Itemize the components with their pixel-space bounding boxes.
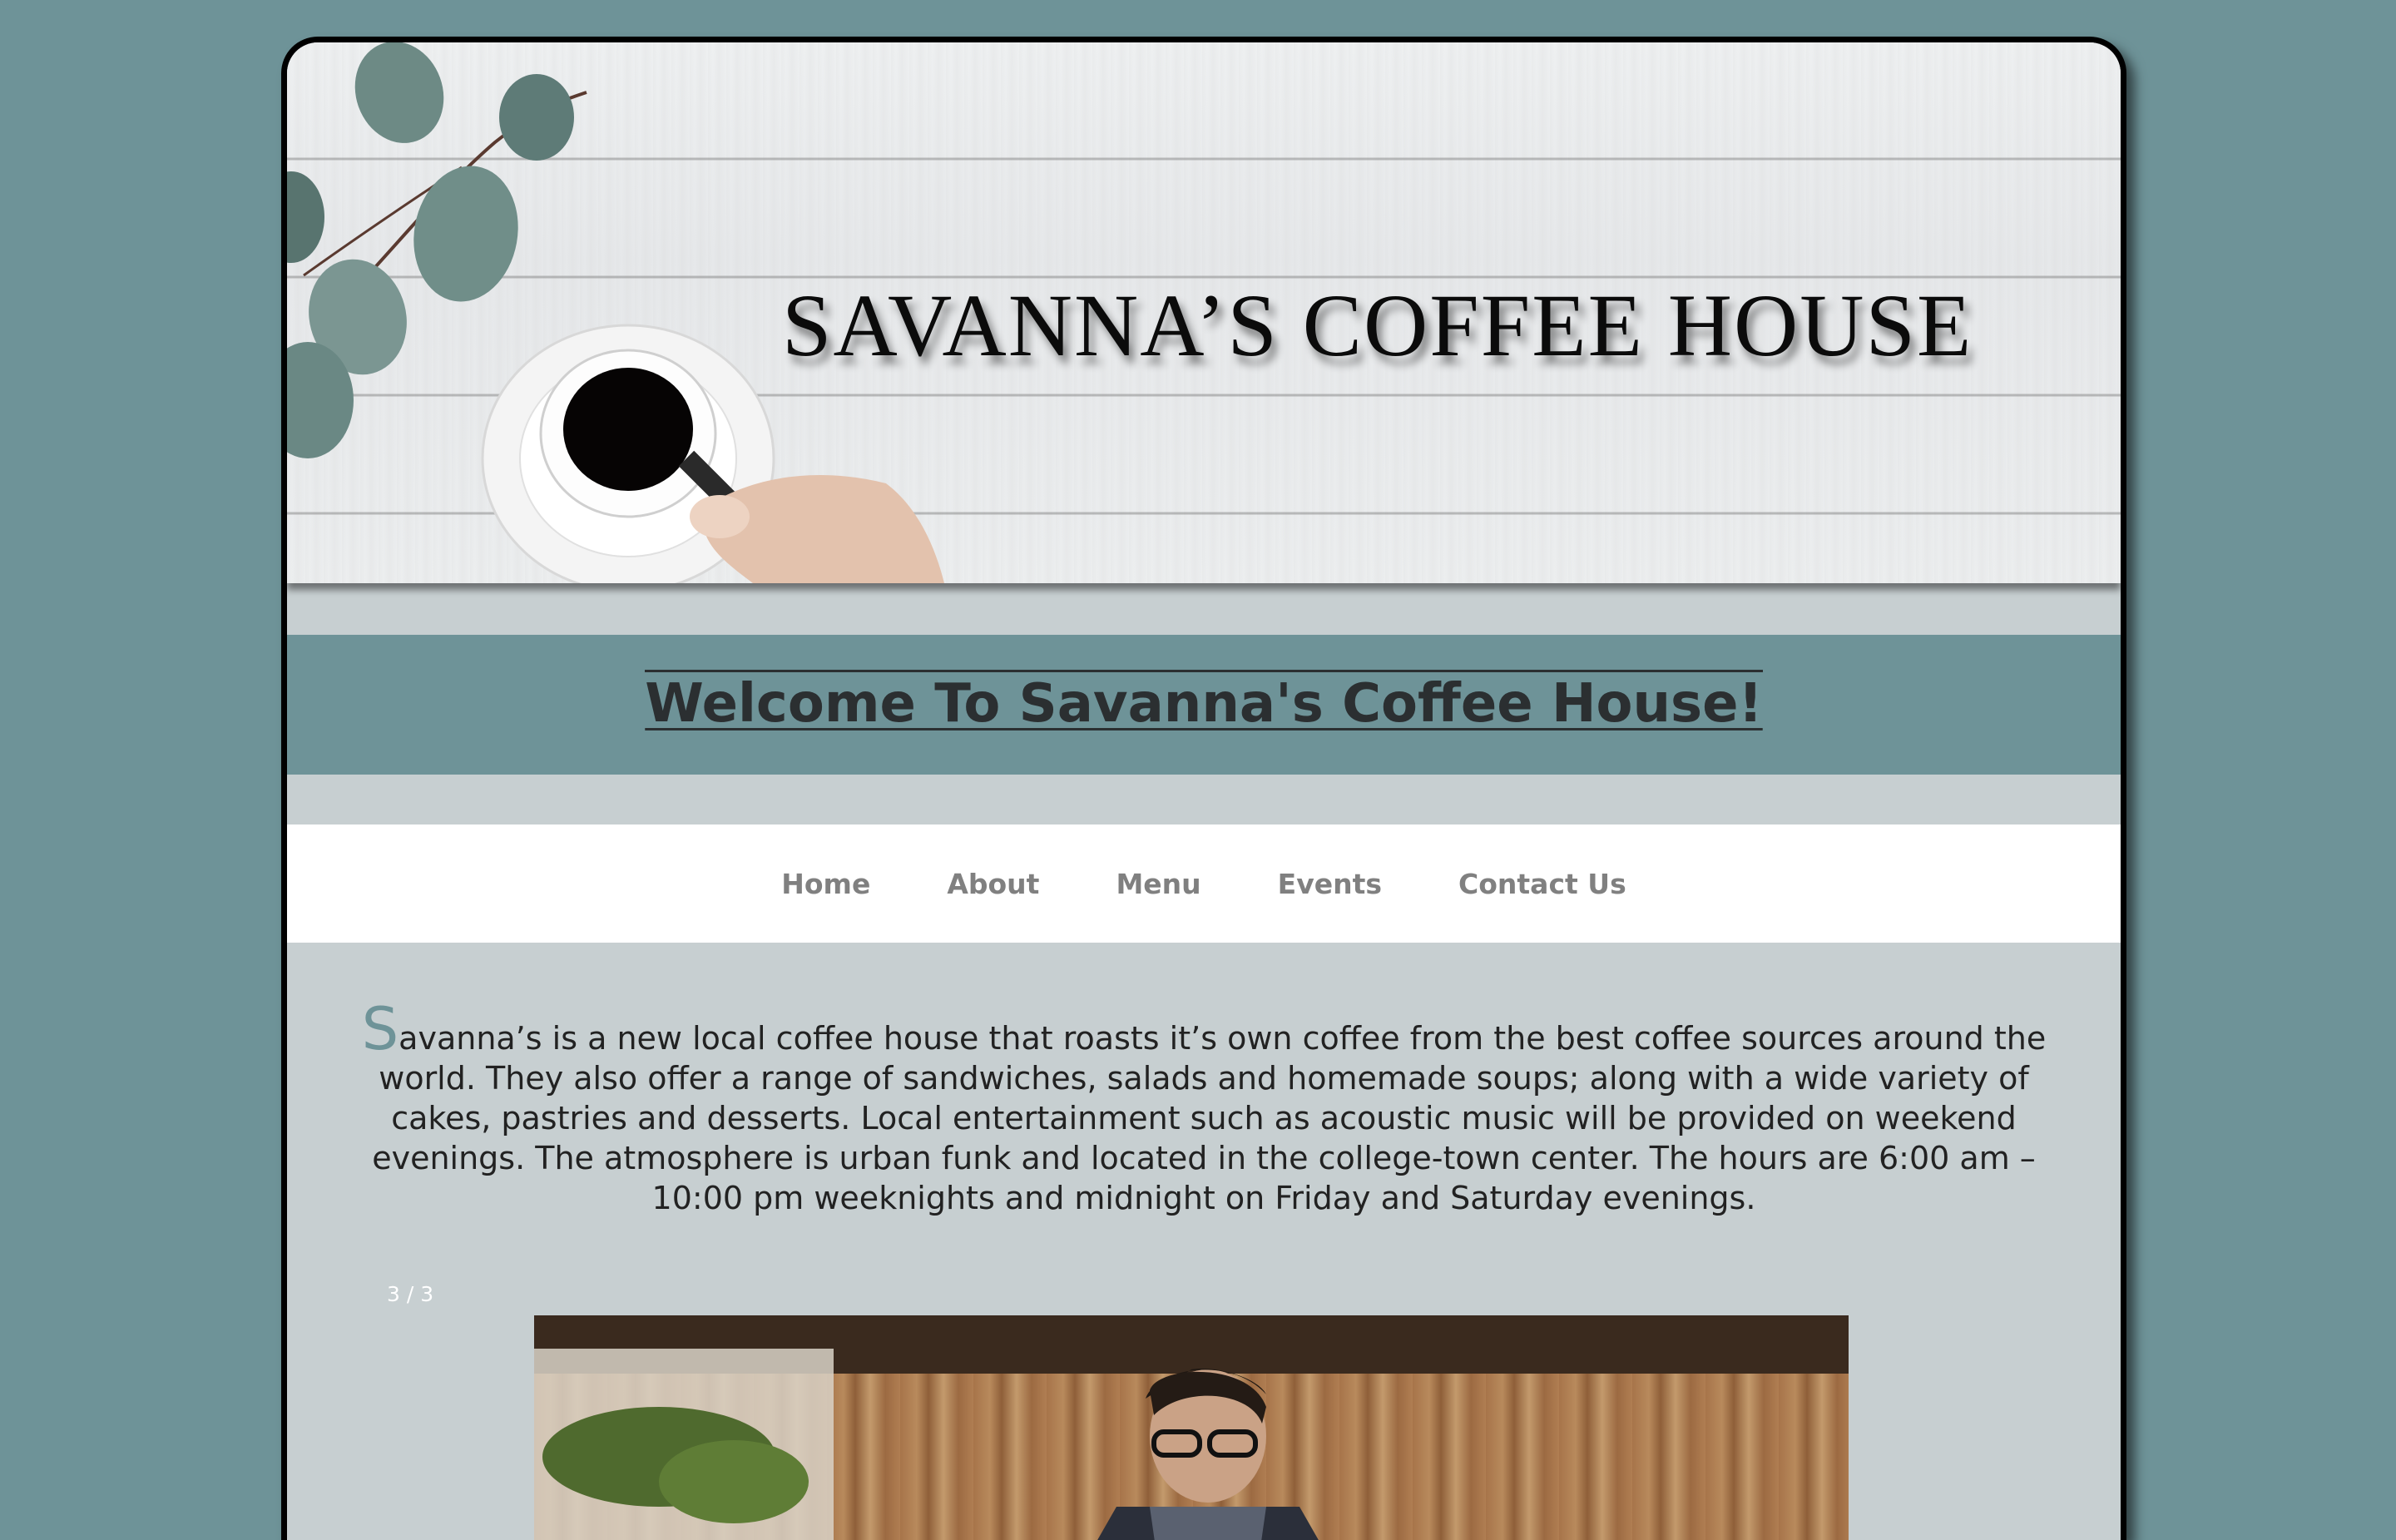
intro-text: avanna’s is a new local coffee house tha… bbox=[372, 1020, 2047, 1216]
page-frame: SAVANNA’S COFFEE HOUSE Welcome To Savann… bbox=[281, 37, 2126, 1540]
nav-home[interactable]: Home bbox=[781, 868, 870, 900]
nav-events[interactable]: Events bbox=[1278, 868, 1382, 900]
welcome-heading: Welcome To Savanna's Coffee House! bbox=[645, 670, 1763, 734]
nav-about[interactable]: About bbox=[947, 868, 1039, 900]
nav-contact-us[interactable]: Contact Us bbox=[1458, 868, 1626, 900]
drop-cap: S bbox=[361, 995, 399, 1063]
banner-title: SAVANNA’S COFFEE HOUSE bbox=[782, 277, 1973, 375]
intro-paragraph: Savanna’s is a new local coffee house th… bbox=[349, 1000, 2058, 1218]
barista-icon bbox=[1097, 1369, 1319, 1540]
slide-counter: 3 / 3 bbox=[387, 1282, 434, 1306]
slideshow-image bbox=[534, 1315, 1849, 1540]
header-banner: SAVANNA’S COFFEE HOUSE bbox=[287, 42, 2121, 583]
main-nav: Home About Menu Events Contact Us bbox=[287, 824, 2121, 943]
welcome-band: Welcome To Savanna's Coffee House! bbox=[287, 635, 2121, 775]
nav-menu[interactable]: Menu bbox=[1116, 868, 1200, 900]
barista-photo-illustration bbox=[534, 1315, 1849, 1540]
